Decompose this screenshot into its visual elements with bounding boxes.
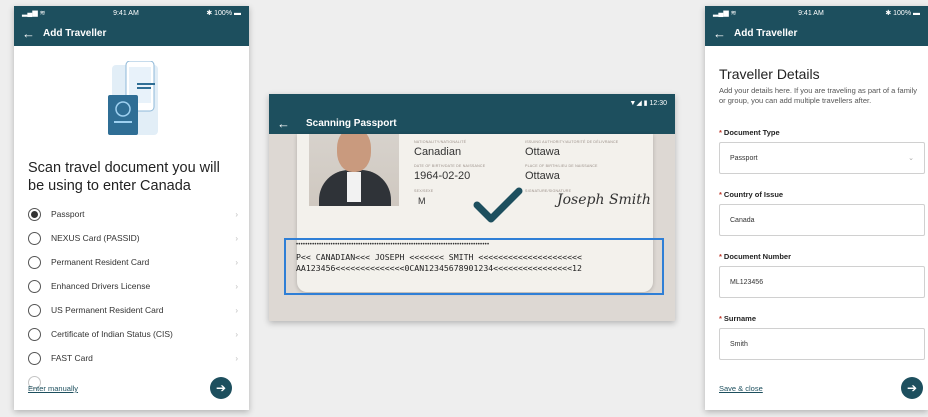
dob-value: 1964-02-20	[414, 170, 471, 182]
document-number-input[interactable]: ML123456	[719, 266, 925, 298]
radio-icon[interactable]	[28, 303, 41, 317]
header-title: Scanning Passport	[306, 117, 397, 129]
status-bar: ▼◢ ▮ 12:30	[269, 94, 675, 112]
document-type-label: * Document Type	[719, 128, 780, 137]
back-arrow-icon[interactable]: ←	[713, 26, 726, 41]
status-time: 12:30	[649, 99, 667, 107]
option-cis[interactable]: Certificate of Indian Status (CIS) ›	[28, 324, 238, 344]
pob-label: PLACE OF BIRTH/LIEU DE NAISSANCE	[525, 164, 598, 168]
signal-icon: ▂▄▆ ≋	[22, 10, 46, 17]
back-arrow-icon[interactable]: ←	[277, 116, 290, 131]
option-label: Passport	[51, 209, 85, 219]
nationality-value: Canadian	[414, 146, 462, 158]
sex-label: SEX/SEXE	[414, 189, 434, 193]
document-number-label: * Document Number	[719, 252, 792, 261]
app-header: ← Add Traveller	[705, 20, 928, 46]
mrz-scan-frame: ••••••••••••••••••••••••••••••••••••••••…	[284, 238, 664, 295]
option-label: Permanent Resident Card	[51, 257, 150, 267]
authority-label: ISSUING AUTHORITY/AUTORITÉ DE DÉLIVRANCE	[525, 140, 619, 144]
country-of-issue-label: * Country of Issue	[719, 190, 784, 199]
chevron-right-icon: ›	[235, 209, 238, 219]
radio-selected-icon[interactable]	[28, 207, 41, 221]
checkmark-icon	[473, 187, 523, 223]
surname-input[interactable]: Smith	[719, 328, 925, 360]
scanning-passport-screen: ▼◢ ▮ 12:30 ← Scanning Passport NATIONALI…	[269, 94, 675, 321]
chevron-right-icon: ›	[235, 233, 238, 243]
app-header: ← Scanning Passport	[269, 112, 675, 134]
radio-icon[interactable]	[28, 255, 41, 269]
status-bar: ▂▄▆ ≋ 9:41 AM ✱ 100% ▬	[14, 6, 249, 20]
surname-label: * Surname	[719, 314, 757, 323]
passport-photo	[309, 134, 399, 206]
passport-scan-illustration-icon	[108, 61, 158, 135]
mrz-line-1: P<< CANADIAN<<< JOSEPH <<<<<<< SMITH <<<…	[296, 252, 582, 262]
signal-icon: ▂▄▆ ≋	[713, 10, 737, 17]
option-us-pr-card[interactable]: US Permanent Resident Card ›	[28, 300, 238, 320]
chevron-right-icon: ›	[235, 281, 238, 291]
radio-icon[interactable]	[28, 231, 41, 245]
status-bar: ▂▄▆ ≋ 9:41 AM ✱ 100% ▬	[705, 6, 928, 20]
option-pr-card[interactable]: Permanent Resident Card ›	[28, 252, 238, 272]
option-label: Enhanced Drivers License	[51, 281, 151, 291]
sex-value: M	[418, 196, 426, 206]
chevron-right-icon: ›	[235, 257, 238, 267]
page-description: Add your details here. If you are travel…	[719, 86, 918, 105]
option-fast-card[interactable]: FAST Card ›	[28, 348, 238, 368]
status-battery: ✱ 100% ▬	[206, 10, 241, 17]
status-battery: ✱ 100% ▬	[885, 10, 920, 17]
chevron-right-icon: ›	[235, 329, 238, 339]
header-title: Add Traveller	[734, 27, 798, 39]
mrz-text: P<< CANADIAN<<< JOSEPH <<<<<<< SMITH <<<…	[296, 252, 582, 274]
scan-document-screen: ▂▄▆ ≋ 9:41 AM ✱ 100% ▬ ← Add Traveller S…	[14, 6, 249, 410]
nationality-label: NATIONALITY/NATIONALITÉ	[414, 140, 467, 144]
status-icons: ▼◢ ▮	[629, 100, 648, 107]
page-title: Traveller Details	[719, 66, 820, 82]
option-nexus[interactable]: NEXUS Card (PASSID) ›	[28, 228, 238, 248]
signature-value: Joseph Smith	[557, 192, 651, 208]
option-passport[interactable]: Passport ›	[28, 204, 238, 224]
save-close-link[interactable]: Save & close	[719, 384, 763, 393]
option-label: FAST Card	[51, 353, 93, 363]
mrz-dots: ••••••••••••••••••••••••••••••••••••••••…	[296, 242, 490, 248]
option-label: US Permanent Resident Card	[51, 305, 164, 315]
status-time: 9:41 AM	[798, 9, 824, 17]
mrz-line-2: AA123456<<<<<<<<<<<<<<0CAN12345678901234…	[296, 263, 582, 273]
next-arrow-icon[interactable]: ➔	[210, 377, 232, 399]
chevron-right-icon: ›	[235, 305, 238, 315]
app-header: ← Add Traveller	[14, 20, 249, 46]
radio-icon[interactable]	[28, 279, 41, 293]
chevron-right-icon: ›	[235, 353, 238, 363]
chevron-down-icon: ⌄	[908, 155, 914, 162]
document-type-select[interactable]: Passport ⌄	[719, 142, 925, 174]
scan-heading: Scan travel document you will be using t…	[28, 160, 220, 194]
status-time: 9:41 AM	[113, 9, 139, 17]
next-arrow-icon[interactable]: ➔	[901, 377, 923, 399]
option-label: NEXUS Card (PASSID)	[51, 233, 140, 243]
country-of-issue-input[interactable]: Canada	[719, 204, 925, 236]
option-edl[interactable]: Enhanced Drivers License ›	[28, 276, 238, 296]
header-title: Add Traveller	[43, 27, 107, 39]
dob-label: DATE OF BIRTH/DATE DE NAISSANCE	[414, 164, 486, 168]
enter-manually-link[interactable]: Enter manually	[28, 384, 78, 393]
authority-value: Ottawa	[525, 146, 560, 158]
option-label: Certificate of Indian Status (CIS)	[51, 329, 173, 339]
traveller-details-screen: ▂▄▆ ≋ 9:41 AM ✱ 100% ▬ ← Add Traveller T…	[705, 6, 928, 410]
back-arrow-icon[interactable]: ←	[22, 26, 35, 41]
radio-icon[interactable]	[28, 327, 41, 341]
pob-value: Ottawa	[525, 170, 560, 182]
radio-icon[interactable]	[28, 351, 41, 365]
